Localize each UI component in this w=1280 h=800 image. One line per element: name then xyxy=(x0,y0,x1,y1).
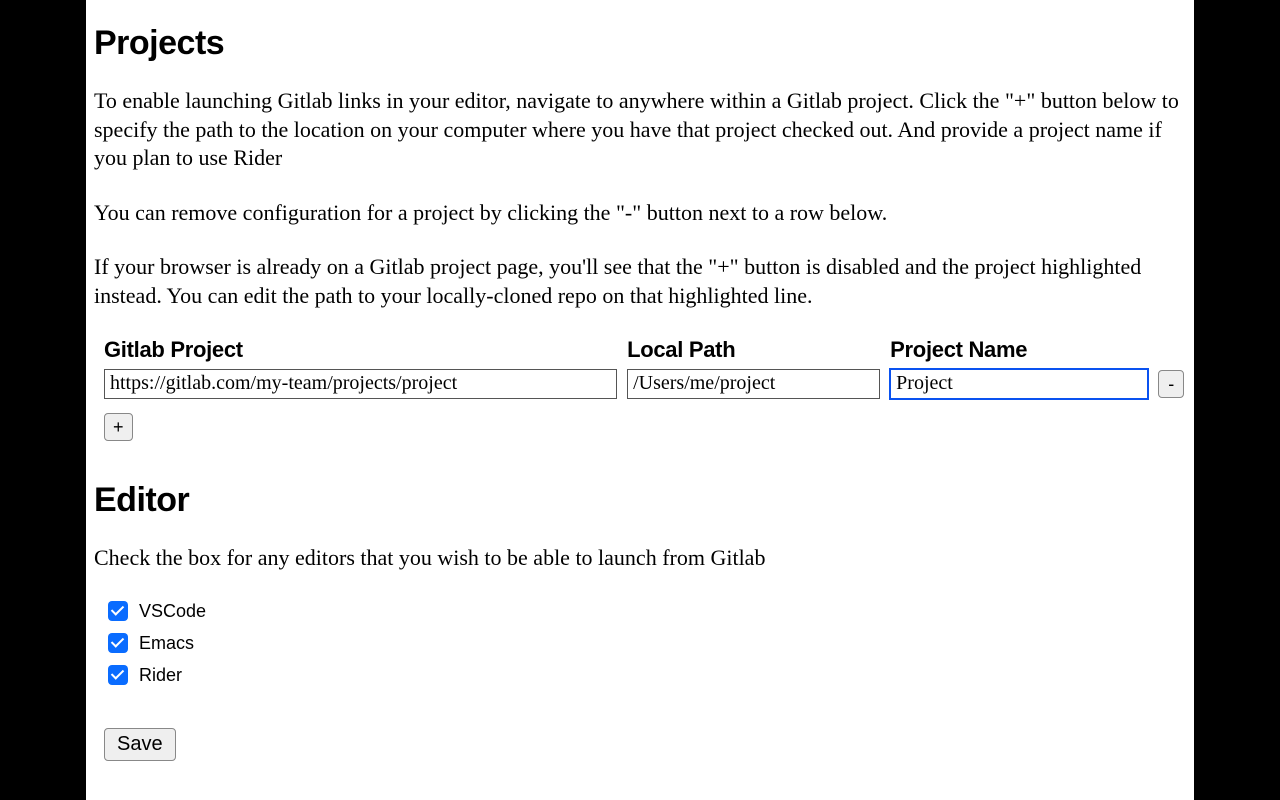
editor-checkbox-rider[interactable] xyxy=(108,665,128,685)
column-header-gitlab: Gitlab Project xyxy=(104,337,617,363)
local-path-input[interactable] xyxy=(627,369,880,399)
editor-option-rider: Rider xyxy=(104,662,1186,688)
editor-option-vscode: VSCode xyxy=(104,598,1186,624)
editor-label-rider: Rider xyxy=(139,665,182,686)
column-header-name: Project Name xyxy=(890,337,1148,363)
projects-intro-3: If your browser is already on a Gitlab p… xyxy=(94,253,1186,310)
save-button[interactable]: Save xyxy=(104,728,176,761)
projects-table-header: Gitlab Project Local Path Project Name xyxy=(104,337,1186,363)
projects-heading: Projects xyxy=(94,24,1186,63)
column-header-local: Local Path xyxy=(627,337,880,363)
projects-intro-1: To enable launching Gitlab links in your… xyxy=(94,87,1186,173)
add-project-button[interactable]: + xyxy=(104,413,133,441)
projects-intro-2: You can remove configuration for a proje… xyxy=(94,199,1186,228)
remove-project-button[interactable]: - xyxy=(1158,370,1184,398)
editor-option-emacs: Emacs xyxy=(104,630,1186,656)
editor-label-vscode: VSCode xyxy=(139,601,206,622)
editor-label-emacs: Emacs xyxy=(139,633,194,654)
project-row: - xyxy=(104,369,1186,399)
editor-checkbox-emacs[interactable] xyxy=(108,633,128,653)
editor-intro: Check the box for any editors that you w… xyxy=(94,544,1186,573)
project-name-input[interactable] xyxy=(890,369,1148,399)
editor-checkbox-vscode[interactable] xyxy=(108,601,128,621)
editor-heading: Editor xyxy=(94,481,1186,520)
gitlab-project-input[interactable] xyxy=(104,369,617,399)
